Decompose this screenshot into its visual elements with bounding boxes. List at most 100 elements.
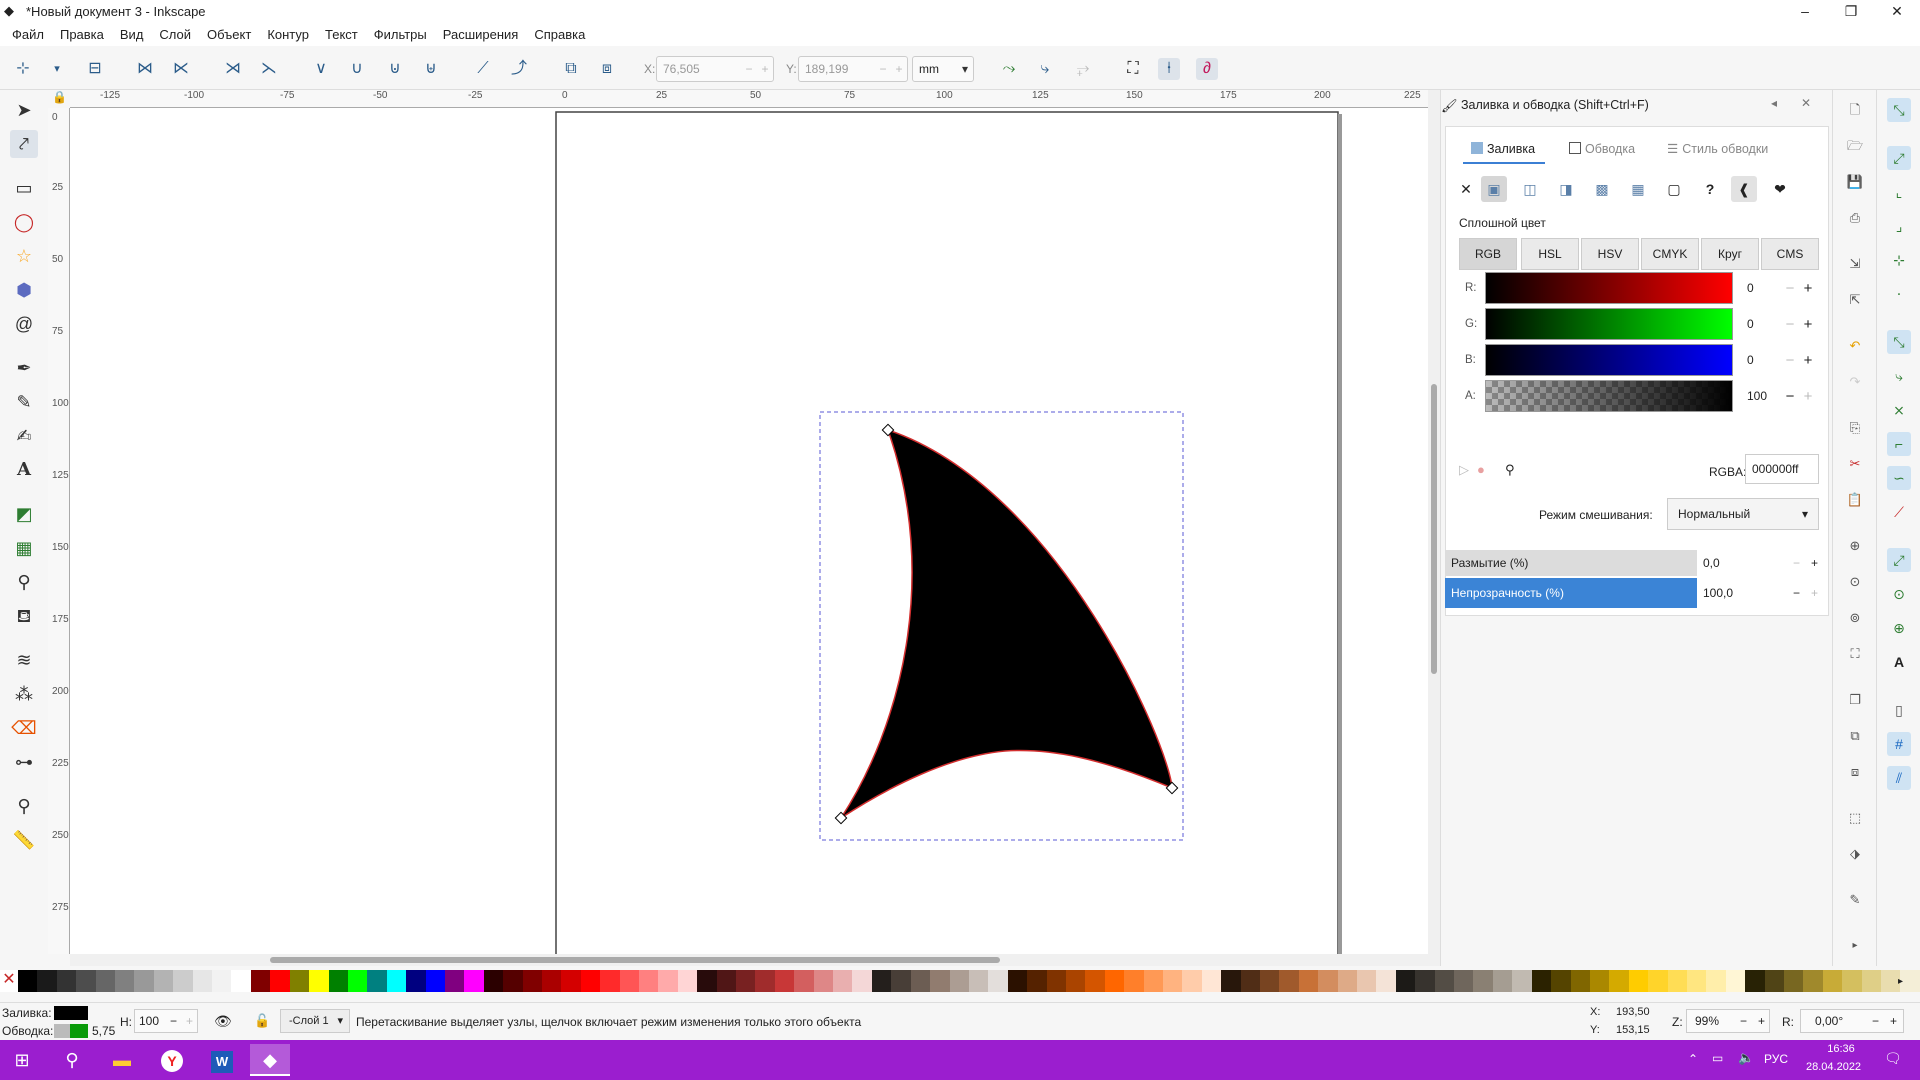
snap-bbox-center-icon[interactable]: ⋅	[1887, 282, 1911, 306]
palette-swatch[interactable]	[425, 970, 445, 992]
print-icon[interactable]: ⎙	[1845, 208, 1865, 228]
insert-node-dropdown-icon[interactable]: ▾	[46, 58, 68, 80]
palette-swatch[interactable]	[1667, 970, 1687, 992]
b-field[interactable]: 0 − +	[1741, 347, 1817, 373]
blend-mode-select[interactable]: Нормальный ▾	[1667, 498, 1819, 530]
gradient-tool-icon[interactable]: ◩	[10, 500, 38, 528]
palette-swatch[interactable]	[639, 970, 659, 992]
palette-swatch[interactable]	[871, 970, 892, 992]
stroke-swatch[interactable]	[70, 1024, 88, 1038]
plus-icon[interactable]: +	[1799, 352, 1817, 369]
palette-swatch[interactable]	[1861, 970, 1881, 992]
flat-color-icon[interactable]: ▣	[1481, 176, 1507, 202]
tab-stroke-paint[interactable]: Обводка	[1569, 134, 1635, 164]
segment-curve-icon[interactable]: ⤴	[508, 58, 530, 80]
palette-swatch[interactable]	[1143, 970, 1163, 992]
color-picker-icon[interactable]: ⚲	[1505, 462, 1515, 478]
palette-swatch[interactable]	[774, 970, 795, 992]
palette-swatch[interactable]	[1260, 970, 1280, 992]
save-icon[interactable]: 💾	[1845, 172, 1865, 192]
palette-swatch[interactable]	[95, 970, 116, 992]
menu-filters[interactable]: Фильтры	[366, 27, 435, 42]
palette-swatch[interactable]	[153, 970, 174, 992]
b-slider[interactable]	[1485, 344, 1733, 376]
stroke-to-path-icon[interactable]: ⧈	[596, 58, 618, 80]
unset-paint-icon[interactable]: ?	[1697, 176, 1723, 202]
plus-icon[interactable]: +	[1890, 1010, 1897, 1032]
minus-icon[interactable]: −	[1872, 1010, 1879, 1032]
palette-swatch[interactable]	[580, 970, 601, 992]
scroll-thumb[interactable]	[270, 957, 1000, 963]
zoom-drawing-icon[interactable]: ⊙	[1845, 572, 1865, 592]
palette-swatch[interactable]	[1357, 970, 1377, 992]
palette-swatch[interactable]	[483, 970, 504, 992]
snap-center-icon[interactable]: ⊙	[1887, 582, 1911, 606]
mask-icon[interactable]: ⥅	[1072, 58, 1094, 80]
pencil-tool-icon[interactable]: ✎	[10, 388, 38, 416]
node-smooth-icon[interactable]: ∪	[346, 58, 368, 80]
palette-swatch[interactable]	[619, 970, 639, 992]
clock-time[interactable]: 16:36	[1816, 1043, 1866, 1055]
palette-swatch[interactable]	[1376, 970, 1396, 992]
palette-swatch[interactable]	[522, 970, 542, 992]
language-indicator[interactable]: РУС	[1764, 1052, 1788, 1066]
more-commands-icon[interactable]: ▸	[1845, 936, 1865, 956]
opacity-slider[interactable]: Непрозрачность (%)	[1445, 578, 1697, 608]
radial-gradient-icon[interactable]: ◨	[1553, 176, 1579, 202]
palette-swatch[interactable]	[1124, 970, 1144, 992]
palette-swatch[interactable]	[541, 970, 562, 992]
minus-icon[interactable]: −	[170, 1010, 177, 1032]
toggle-lock-icon[interactable]: 🔓	[254, 1013, 270, 1029]
r-field[interactable]: 0 − +	[1741, 275, 1817, 301]
spiral-tool-icon[interactable]: @	[10, 310, 38, 338]
zoom-selection-icon[interactable]: ⊕	[1845, 536, 1865, 556]
snap-page-border-icon[interactable]: ▯	[1887, 698, 1911, 722]
plus-icon[interactable]: +	[1799, 280, 1817, 297]
spray-tool-icon[interactable]: ⁂	[10, 680, 38, 708]
palette-swatch[interactable]	[561, 970, 581, 992]
palette-swatch[interactable]	[192, 970, 213, 992]
palette-swatch[interactable]	[930, 970, 950, 992]
zoom-tool-icon[interactable]: ⚲	[10, 792, 38, 820]
object-to-path-icon[interactable]: ⧉	[560, 58, 582, 80]
palette-swatch[interactable]	[76, 970, 96, 992]
pen-tool-icon[interactable]: ✒	[10, 354, 38, 382]
tab-fill[interactable]: Заливка	[1463, 134, 1545, 164]
palette-swatch[interactable]	[1065, 970, 1086, 992]
palette-swatch[interactable]	[1783, 970, 1804, 992]
plus-icon[interactable]: +	[186, 1010, 193, 1032]
eraser-tool-icon[interactable]: ⌫	[10, 714, 38, 742]
x-coordinate-field[interactable]: 76,505 − +	[656, 56, 774, 82]
redo-icon[interactable]: ↷	[1845, 372, 1865, 392]
segment-line-icon[interactable]: ⟋	[472, 58, 494, 80]
palette-swatch[interactable]	[270, 970, 290, 992]
menu-file[interactable]: Файл	[4, 27, 52, 42]
mode-rgb-button[interactable]: RGB	[1459, 238, 1517, 270]
palette-swatch[interactable]	[1454, 970, 1474, 992]
palette-swatch[interactable]	[1318, 970, 1338, 992]
minus-icon[interactable]: −	[1781, 388, 1799, 405]
mode-hsl-button[interactable]: HSL	[1521, 238, 1579, 270]
palette-swatch[interactable]	[289, 970, 310, 992]
palette-swatch[interactable]	[1027, 970, 1047, 992]
snap-guide-icon[interactable]: ⫽	[1887, 766, 1911, 790]
paint-bucket-tool-icon[interactable]: ⛾	[10, 602, 38, 630]
palette-swatch[interactable]	[1085, 970, 1105, 992]
paste-icon[interactable]: 📋	[1845, 490, 1865, 510]
open-file-icon[interactable]: 🗁	[1845, 136, 1865, 156]
join-segment-icon[interactable]: ⋊	[222, 58, 244, 80]
palette-swatch[interactable]	[600, 970, 620, 992]
palette-swatch[interactable]	[1337, 970, 1358, 992]
palette-swatch[interactable]	[1764, 970, 1784, 992]
break-path-icon[interactable]: ⋉	[170, 58, 192, 80]
palette-swatch[interactable]	[1822, 970, 1843, 992]
unit-select[interactable]: mm ▾	[912, 56, 974, 82]
opacity-field[interactable]: 100,0 − +	[1697, 578, 1829, 608]
text-tool-icon[interactable]: A	[10, 456, 38, 484]
menu-object[interactable]: Объект	[199, 27, 259, 42]
connector-tool-icon[interactable]: ⊶	[10, 748, 38, 776]
copy-icon[interactable]: ⎘	[1845, 418, 1865, 438]
palette-swatch[interactable]	[736, 970, 756, 992]
tweak-tool-icon[interactable]: ≋	[10, 646, 38, 674]
cut-icon[interactable]: ✂	[1845, 454, 1865, 474]
